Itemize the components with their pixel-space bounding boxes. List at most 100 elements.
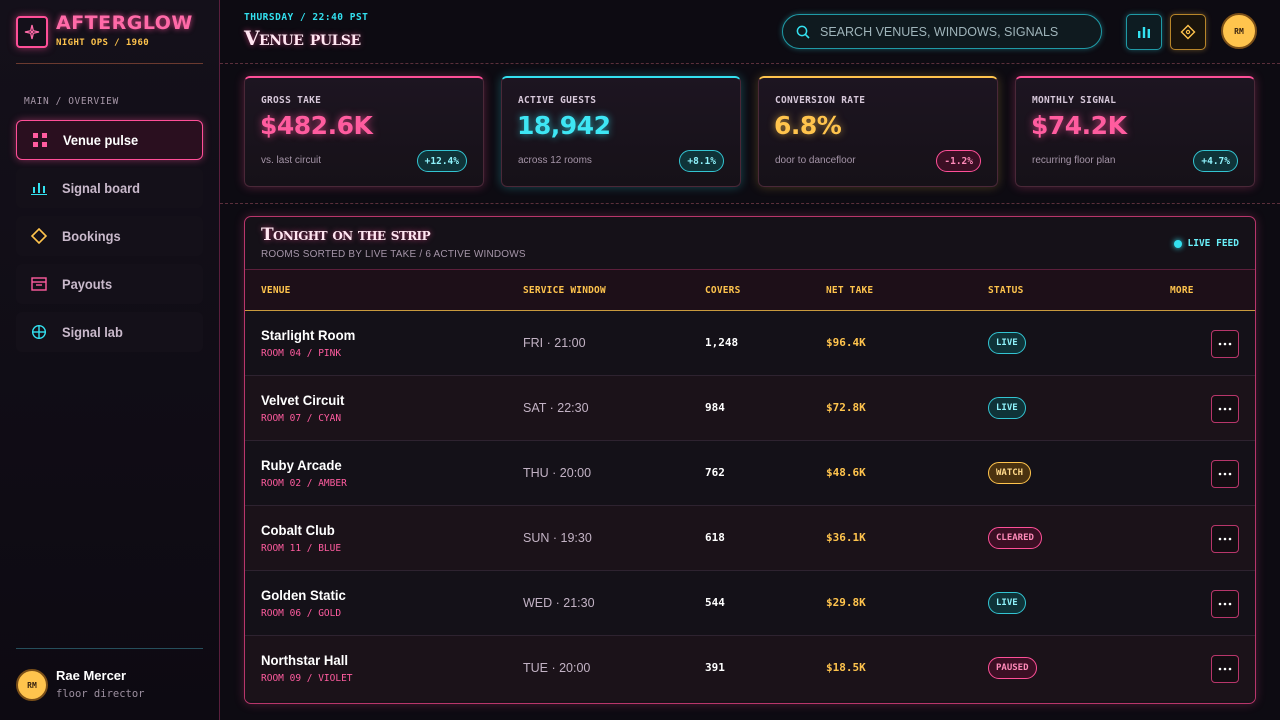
kpi-value: 18,942: [517, 111, 611, 140]
more-options-button[interactable]: [1211, 330, 1239, 358]
column-header-status[interactable]: STATUS: [988, 285, 1024, 296]
kpi-label: ACTIVE GUESTS: [518, 95, 597, 106]
kpi-label: CONVERSION RATE: [775, 95, 866, 106]
venue-name: Northstar Hall: [261, 652, 349, 668]
sidebar-item-signal-board[interactable]: Signal board: [16, 168, 203, 208]
kpi-label: GROSS TAKE: [261, 95, 322, 106]
net-take-value: $18.5K: [826, 661, 866, 674]
covers-value: 544: [705, 596, 725, 609]
page-title: Venue pulse: [244, 26, 361, 50]
brand-title: AFTERGLOW: [56, 12, 193, 34]
venue-name: Velvet Circuit: [261, 392, 345, 408]
live-feed-indicator: LIVE FEED: [1173, 238, 1239, 249]
kpi-delta-badge: -1.2%: [936, 150, 981, 172]
more-dots-icon: [1218, 472, 1232, 476]
brand-subtitle: NIGHT OPS / 1960: [56, 38, 150, 48]
search-bar[interactable]: [782, 14, 1102, 49]
venue-room: ROOM 09 / VIOLET: [261, 673, 353, 684]
kpi-card-conversion-rate: CONVERSION RATE 6.8% door to dancefloor …: [758, 76, 998, 187]
sidebar-item-label: Signal lab: [62, 324, 123, 340]
status-badge: LIVE: [988, 397, 1026, 419]
kpi-delta-badge: +12.4%: [416, 150, 467, 172]
diamond-icon: [28, 225, 50, 247]
table-row[interactable]: Golden Static ROOM 06 / GOLD WED · 21:30…: [245, 571, 1255, 636]
kpi-delta-badge: +8.1%: [679, 150, 724, 172]
archive-icon: [28, 273, 50, 295]
search-input[interactable]: [820, 24, 1080, 39]
column-header-net-take[interactable]: NET TAKE: [826, 285, 873, 296]
column-header-more: MORE: [1170, 285, 1194, 296]
user-name: Rae Mercer: [56, 668, 127, 683]
table-header: VENUE SERVICE WINDOW COVERS NET TAKE STA…: [245, 269, 1255, 311]
nav-caption: MAIN / OVERVIEW: [24, 96, 119, 107]
avatar[interactable]: RM: [1221, 13, 1257, 49]
kpi-card-gross-take: GROSS TAKE $482.6K vs. last circuit +12.…: [244, 76, 484, 187]
divider: [220, 203, 1280, 204]
kpi-value: 6.8%: [774, 111, 842, 140]
more-options-button[interactable]: [1211, 460, 1239, 488]
venue-name: Golden Static: [261, 587, 346, 603]
venue-name: Ruby Arcade: [261, 457, 342, 473]
more-options-button[interactable]: [1211, 395, 1239, 423]
status-badge: PAUSED: [988, 657, 1037, 679]
kpi-card-active-guests: ACTIVE GUESTS 18,942 across 12 rooms +8.…: [501, 76, 741, 187]
kpi-delta-badge: +4.7%: [1193, 150, 1238, 172]
kpi-card-monthly-signal: MONTHLY SIGNAL $74.2K recurring floor pl…: [1015, 76, 1255, 187]
sidebar-item-bookings[interactable]: Bookings: [16, 216, 203, 256]
table-row[interactable]: Starlight Room ROOM 04 / PINK FRI · 21:0…: [245, 311, 1255, 376]
table-row[interactable]: Ruby Arcade ROOM 02 / AMBER THU · 20:00 …: [245, 441, 1255, 506]
table-row[interactable]: Velvet Circuit ROOM 07 / CYAN SAT · 22:3…: [245, 376, 1255, 441]
kpi-note: recurring floor plan: [1032, 155, 1116, 166]
net-take-value: $72.8K: [826, 401, 866, 414]
venue-room: ROOM 04 / PINK: [261, 348, 342, 359]
signal-board-button[interactable]: [1126, 14, 1162, 50]
brand: AFTERGLOW NIGHT OPS / 1960: [16, 12, 203, 64]
status-badge: CLEARED: [988, 527, 1042, 549]
more-dots-icon: [1218, 342, 1232, 346]
venue-room: ROOM 11 / BLUE: [261, 543, 342, 554]
kpi-note: vs. last circuit: [261, 155, 322, 166]
avatar[interactable]: RM: [16, 669, 48, 701]
covers-value: 1,248: [705, 336, 739, 349]
date-time-label: THURSDAY / 22:40 PST: [244, 12, 369, 23]
status-badge: WATCH: [988, 462, 1032, 484]
service-window: THU · 20:00: [523, 466, 592, 480]
kpi-note: across 12 rooms: [518, 155, 592, 166]
column-header-covers[interactable]: COVERS: [705, 285, 741, 296]
column-header-service-window[interactable]: SERVICE WINDOW: [523, 285, 606, 296]
service-window: TUE · 20:00: [523, 661, 591, 675]
column-header-venue[interactable]: VENUE: [261, 285, 291, 296]
venue-room: ROOM 07 / CYAN: [261, 413, 342, 424]
bookings-button[interactable]: [1170, 14, 1206, 50]
bar-chart-icon: [28, 177, 50, 199]
table-row[interactable]: Cobalt Club ROOM 11 / BLUE SUN · 19:30 6…: [245, 506, 1255, 571]
more-options-button[interactable]: [1211, 590, 1239, 618]
service-window: WED · 21:30: [523, 596, 595, 610]
divider: [16, 648, 203, 649]
status-badge: LIVE: [988, 332, 1026, 354]
more-options-button[interactable]: [1211, 655, 1239, 683]
more-options-button[interactable]: [1211, 525, 1239, 553]
sidebar-item-venue-pulse[interactable]: Venue pulse: [16, 120, 203, 160]
net-take-value: $36.1K: [826, 531, 866, 544]
covers-value: 391: [705, 661, 725, 674]
covers-value: 618: [705, 531, 725, 544]
grid-icon: [29, 129, 51, 151]
divider: [16, 63, 203, 64]
topbar: THURSDAY / 22:40 PST Venue pulse RM: [220, 0, 1280, 64]
sidebar-item-label: Payouts: [62, 276, 113, 292]
more-dots-icon: [1218, 537, 1232, 541]
sidebar-item-payouts[interactable]: Payouts: [16, 264, 203, 304]
sidebar-item-signal-lab[interactable]: Signal lab: [16, 312, 203, 352]
panel-title: Tonight on the strip: [261, 225, 431, 245]
sidebar: AFTERGLOW NIGHT OPS / 1960 MAIN / OVERVI…: [0, 0, 220, 720]
search-icon: [796, 25, 810, 39]
net-take-value: $48.6K: [826, 466, 866, 479]
venue-room: ROOM 06 / GOLD: [261, 608, 342, 619]
net-take-value: $96.4K: [826, 336, 866, 349]
kpi-label: MONTHLY SIGNAL: [1032, 95, 1117, 106]
crosshair-icon: [28, 321, 50, 343]
brand-logo-icon: [16, 16, 48, 48]
table-row[interactable]: Northstar Hall ROOM 09 / VIOLET TUE · 20…: [245, 636, 1255, 701]
service-window: FRI · 21:00: [523, 336, 586, 350]
